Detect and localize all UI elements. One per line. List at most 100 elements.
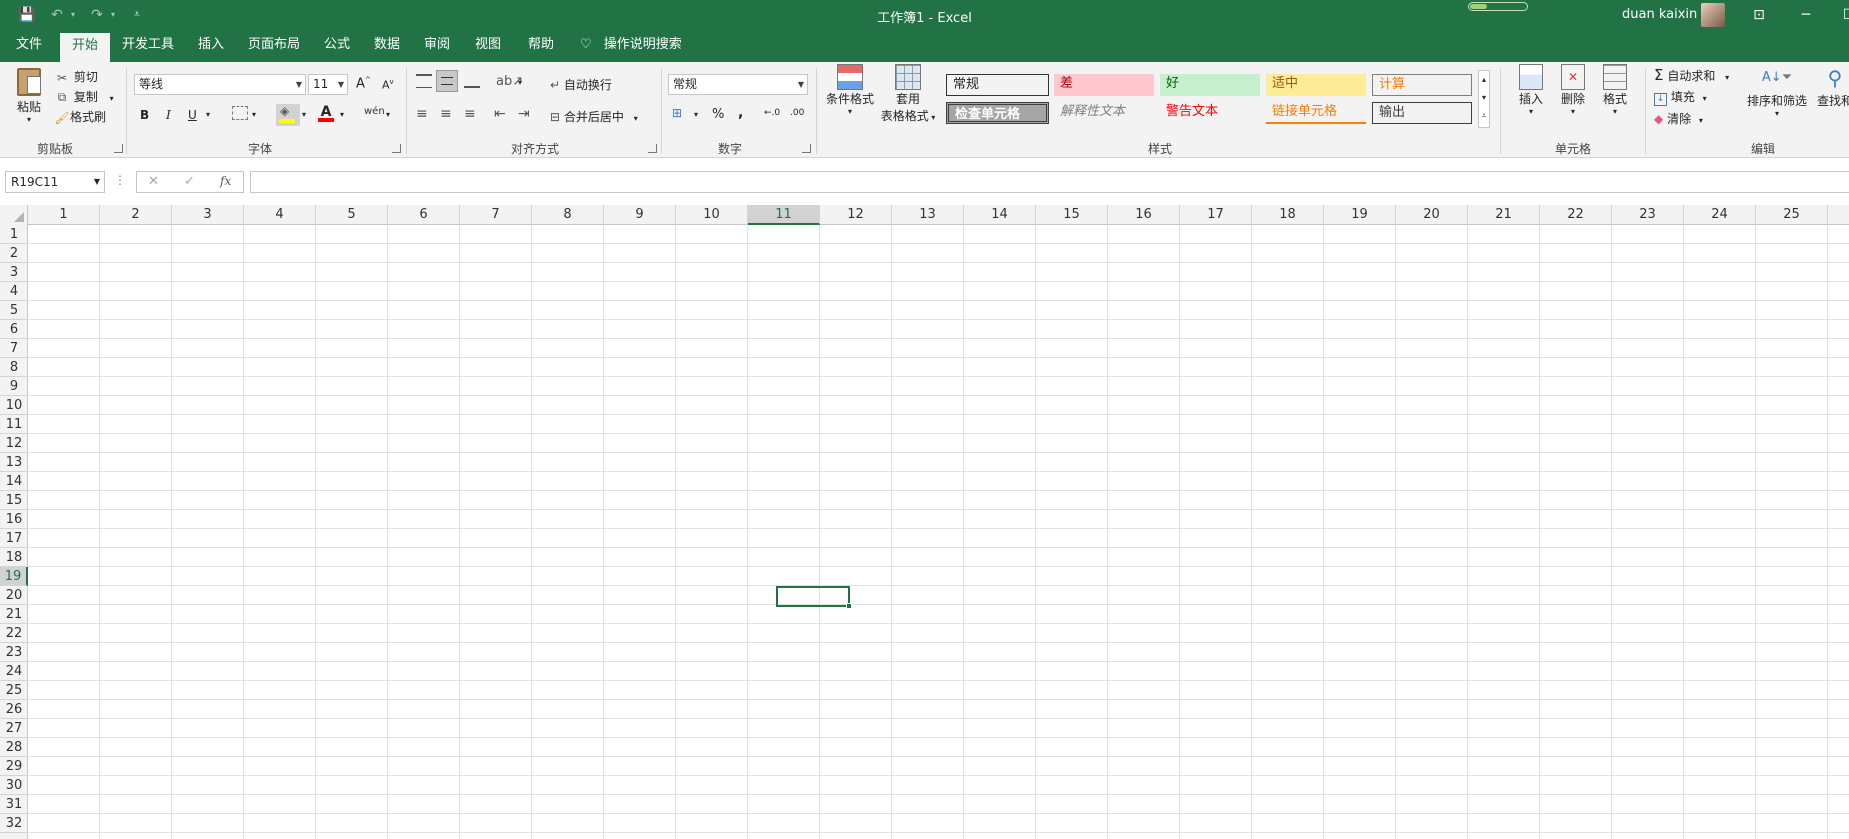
row-header[interactable]: 16	[0, 510, 28, 529]
copy-button[interactable]: ⧉ 复制 ▾	[54, 88, 114, 105]
styles-gallery-scroll[interactable]: ▴ ▾ ⩡	[1478, 70, 1490, 128]
column-header[interactable]: 17	[1180, 205, 1252, 225]
tab-data[interactable]: 数据	[368, 30, 406, 62]
column-header[interactable]: 9	[604, 205, 676, 225]
name-box-dropdown-icon[interactable]: ▼	[94, 172, 100, 192]
column-header[interactable]: 6	[388, 205, 460, 225]
copy-dropdown-icon[interactable]: ▾	[110, 94, 114, 103]
font-color-dropdown-icon[interactable]: ▾	[340, 110, 344, 119]
insert-cells-button[interactable]: 插入 ▾	[1514, 64, 1548, 116]
bold-button[interactable]: B	[140, 108, 149, 122]
fill-color-dropdown-icon[interactable]: ▾	[302, 110, 306, 119]
row-header[interactable]: 20	[0, 586, 28, 605]
underline-dropdown-icon[interactable]: ▾	[206, 110, 210, 119]
row-header[interactable]: 25	[0, 681, 28, 700]
tab-view[interactable]: 视图	[469, 30, 507, 62]
style-normal[interactable]: 常规	[946, 74, 1049, 96]
row-header[interactable]: 1	[0, 225, 28, 244]
row-header[interactable]: 32	[0, 814, 28, 833]
column-header[interactable]: 18	[1252, 205, 1324, 225]
column-header[interactable]: 14	[964, 205, 1036, 225]
cell-grid[interactable]	[28, 225, 1849, 839]
column-header[interactable]: 11	[748, 205, 820, 225]
format-as-table-button[interactable]: 套用 表格格式 ▾	[876, 64, 940, 124]
column-header[interactable]: 12	[820, 205, 892, 225]
column-header[interactable]: 10	[676, 205, 748, 225]
tab-review[interactable]: 审阅	[418, 30, 456, 62]
tab-home[interactable]: 开始	[60, 30, 110, 62]
font-color-button[interactable]: A	[318, 104, 334, 122]
clipboard-launcher-icon[interactable]	[114, 144, 123, 153]
column-header[interactable]: 22	[1540, 205, 1612, 225]
style-explanatory[interactable]: 解释性文本	[1054, 102, 1154, 124]
row-header[interactable]: 15	[0, 491, 28, 510]
shrink-font-button[interactable]: Av	[382, 78, 394, 92]
column-header[interactable]: 2	[100, 205, 172, 225]
middle-align-button[interactable]	[436, 70, 458, 92]
style-output[interactable]: 输出	[1372, 102, 1472, 124]
row-header[interactable]: 11	[0, 415, 28, 434]
font-size-combo[interactable]: 11 ▼	[308, 74, 348, 95]
style-warning[interactable]: 警告文本	[1160, 102, 1260, 124]
column-header[interactable]: 19	[1324, 205, 1396, 225]
style-good[interactable]: 好	[1160, 74, 1260, 96]
autosum-dropdown-icon[interactable]: ▾	[1725, 73, 1729, 82]
row-header[interactable]: 5	[0, 301, 28, 320]
style-linked-cell[interactable]: 链接单元格	[1266, 102, 1366, 124]
tab-help[interactable]: 帮助	[520, 30, 562, 62]
tab-page-layout[interactable]: 页面布局	[242, 30, 306, 62]
merge-dropdown-icon[interactable]: ▾	[634, 114, 638, 123]
percent-style-button[interactable]: %	[712, 107, 724, 122]
active-cell[interactable]	[776, 586, 852, 609]
align-right-icon[interactable]: ≡	[464, 106, 476, 122]
column-header[interactable]: 8	[532, 205, 604, 225]
top-align-icon[interactable]	[416, 74, 432, 88]
format-cells-button[interactable]: 格式 ▾	[1598, 64, 1632, 116]
row-header[interactable]: 14	[0, 472, 28, 491]
font-launcher-icon[interactable]	[392, 144, 401, 153]
row-header[interactable]: 29	[0, 757, 28, 776]
maximize-icon[interactable]: ☐	[1838, 4, 1849, 26]
conditional-formatting-button[interactable]: 条件格式 ▾	[824, 64, 876, 116]
row-header[interactable]: 23	[0, 643, 28, 662]
tab-file[interactable]: 文件	[8, 30, 50, 62]
phonetic-dropdown-icon[interactable]: ▾	[386, 110, 390, 119]
tab-developer[interactable]: 开发工具	[118, 30, 178, 62]
row-header[interactable]: 27	[0, 719, 28, 738]
align-center-icon[interactable]: ≡	[440, 106, 452, 122]
format-painter-button[interactable]: 🖌格式刷	[54, 108, 106, 125]
column-header[interactable]: 3	[172, 205, 244, 225]
formula-input[interactable]	[250, 171, 1849, 193]
row-header[interactable]: 18	[0, 548, 28, 567]
row-header[interactable]: 7	[0, 339, 28, 358]
column-header[interactable]: 26	[1828, 205, 1849, 225]
user-name[interactable]: duan kaixin	[1622, 7, 1697, 22]
gallery-more-icon[interactable]: ⩡	[1479, 107, 1489, 125]
borders-dropdown-icon[interactable]: ▾	[252, 110, 256, 119]
avatar[interactable]	[1701, 3, 1725, 27]
row-header[interactable]: 21	[0, 605, 28, 624]
wrap-text-button[interactable]: ↵ 自动换行	[550, 76, 612, 93]
column-header[interactable]: 24	[1684, 205, 1756, 225]
increase-decimal-button[interactable]: ←.0	[764, 108, 780, 118]
column-header[interactable]: 1	[28, 205, 100, 225]
column-header[interactable]: 23	[1612, 205, 1684, 225]
column-header[interactable]: 21	[1468, 205, 1540, 225]
delete-cells-button[interactable]: ✕ 删除 ▾	[1556, 64, 1590, 116]
row-header[interactable]: 8	[0, 358, 28, 377]
paste-button[interactable]: 粘贴 ▾	[14, 68, 44, 124]
cancel-icon[interactable]: ✕	[148, 174, 159, 189]
column-header[interactable]: 5	[316, 205, 388, 225]
fill-dropdown-icon[interactable]: ▾	[1703, 94, 1707, 103]
column-header[interactable]: 7	[460, 205, 532, 225]
increase-indent-icon[interactable]: ⇥	[518, 106, 530, 122]
style-neutral[interactable]: 适中	[1266, 74, 1366, 96]
italic-button[interactable]: I	[166, 108, 171, 122]
bottom-align-icon[interactable]	[464, 80, 480, 88]
select-all-button[interactable]	[0, 205, 28, 225]
fill-color-button[interactable]: ◈	[276, 104, 300, 126]
row-header[interactable]: 26	[0, 700, 28, 719]
row-header[interactable]: 4	[0, 282, 28, 301]
tell-me-search[interactable]: ♡ 操作说明搜索	[580, 30, 690, 62]
row-header[interactable]: 6	[0, 320, 28, 339]
